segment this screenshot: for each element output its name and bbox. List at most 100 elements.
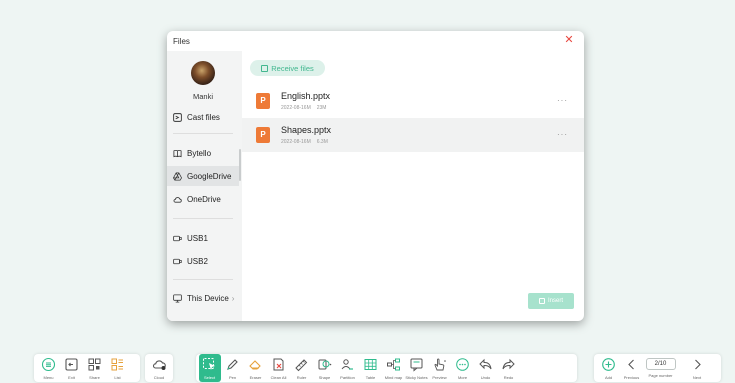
share-button[interactable]: Share [84,354,106,382]
divider [173,279,233,280]
toolbar-label: Add [604,375,613,380]
toolbar-label: Page number [648,373,673,378]
receive-icon [261,64,269,72]
toolbar-left: Menu Exit Share List [34,354,140,382]
file-row[interactable]: P English.pptx 2022-08-16M 23M ··· [242,84,584,118]
add-icon [601,357,616,372]
toolbar-label: Undo [480,375,491,380]
sidebar-item-usb2[interactable]: USB2 [167,251,239,271]
toolbar-tools: Select Pen Eraser Clean All Ruler Shape … [196,354,577,382]
file-row[interactable]: P Shapes.pptx 2022-08-16M 6.3M ··· [242,118,584,152]
toolbar-label: Share [89,375,100,380]
chevron-right-icon: › [231,293,235,303]
toolbar-label: Select [203,375,216,380]
insert-icon [538,298,545,304]
close-icon[interactable]: ✕ [563,34,575,46]
sticky-notes-button[interactable]: Sticky Notes [405,354,428,382]
pen-button[interactable]: Pen [222,354,244,382]
sidebar-item-label: This Device [187,293,229,303]
add-page-button[interactable]: Add [598,354,620,382]
dialog-title: Files [173,37,190,46]
undo-icon [478,357,493,372]
exit-button[interactable]: Exit [61,354,83,382]
sidebar-item-usb1[interactable]: USB1 [167,228,239,248]
receive-files-label: Receive files [271,63,314,73]
receive-files-button[interactable]: Receive files [250,60,325,76]
file-size: 6.3M [316,139,328,145]
sticky-note-icon [409,357,424,372]
exit-icon [64,357,79,372]
sidebar-item-onedrive[interactable]: OneDrive [167,189,239,209]
ruler-icon [294,357,309,372]
file-name: Shapes.pptx [281,125,332,135]
page-number-field[interactable]: 2/10 Page number [644,354,678,382]
file-date: 2022-08-16M [281,105,311,111]
redo-button[interactable]: Redo [498,354,520,382]
more-options-icon[interactable]: ··· [557,96,568,105]
more-options-icon[interactable]: ··· [557,130,568,139]
file-name: English.pptx [281,91,331,101]
eraser-icon [248,357,263,372]
toolbar-label: Ruler [296,375,307,380]
file-meta: 2022-08-16M 6.3M [281,139,334,145]
insert-label: Insert [547,298,563,304]
shape-button[interactable]: Shape [314,354,336,382]
ruler-button[interactable]: Ruler [291,354,313,382]
toolbar-pages: Add Previous 2/10 Page number Next [594,354,721,382]
toolbar-label: Exit [68,375,75,380]
usb-icon [173,234,182,243]
sidebar-item-label: GoogleDrive [187,171,232,181]
table-icon [363,357,378,372]
preview-button[interactable]: Preview [429,354,451,382]
previous-page-button[interactable]: Previous [621,354,643,382]
clean-all-button[interactable]: Clean All [268,354,290,382]
insert-button[interactable]: Insert [528,293,574,309]
partition-button[interactable]: Partition [337,354,359,382]
clean-all-icon [271,357,286,372]
page-number-value[interactable]: 2/10 [645,358,676,370]
monitor-icon [173,293,182,303]
more-button[interactable]: More [452,354,474,382]
select-button[interactable]: Select [198,354,221,382]
toolbar-cloud: Cloud [145,354,173,382]
preview-hand-icon [432,357,447,372]
select-cursor-icon [202,357,217,372]
list-button[interactable]: List [107,354,129,382]
sidebar-item-this-device[interactable]: This Device › [167,288,239,308]
toolbar-label: Sticky Notes [405,375,428,380]
google-drive-icon [173,172,182,181]
share-qr-icon [87,357,102,372]
toolbar-label: Table [365,375,376,380]
avatar [191,61,215,85]
cloud-icon [152,357,167,372]
cloud-button[interactable]: Cloud [149,354,170,382]
mind-map-button[interactable]: Mind map [383,354,405,382]
next-page-button[interactable]: Next [686,354,708,382]
cloud-icon [173,195,182,204]
toolbar-label: Pen [228,375,237,380]
toolbar-label: Mind map [384,375,403,380]
menu-button[interactable]: Menu [38,354,60,382]
undo-button[interactable]: Undo [475,354,497,382]
toolbar-label: Cloud [153,375,165,380]
more-icon [455,357,470,372]
toolbar-label: Shape [318,375,331,380]
sidebar-item-bytello[interactable]: Bytello [167,143,239,163]
sidebar-item-label: OneDrive [187,194,221,204]
table-button[interactable]: Table [360,354,382,382]
scrollbar[interactable] [239,149,241,181]
eraser-button[interactable]: Eraser [245,354,267,382]
toolbar-label: Preview [432,375,447,380]
cast-icon [173,112,182,122]
toolbar-label: Previous [623,375,640,380]
cast-files-button[interactable]: Cast files [167,107,239,127]
menu-icon [41,357,56,372]
toolbar-label: Eraser [249,375,262,380]
redo-icon [501,357,516,372]
pen-icon [225,357,240,372]
toolbar-label: List [114,375,121,380]
sidebar-item-googledrive[interactable]: GoogleDrive [167,166,239,186]
toolbar-label: Clean All [270,375,287,380]
user-name: Manki [192,92,213,101]
toolbar-label: Next [692,375,702,380]
